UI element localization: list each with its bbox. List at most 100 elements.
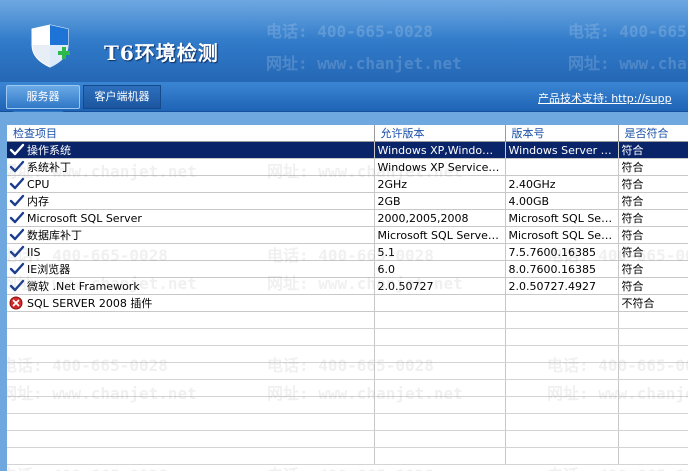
support-link[interactable]: 产品技术支持: http://supp [538,90,688,106]
checkmark-icon [9,228,25,242]
cell-item: IE浏览器 [7,260,375,278]
empty-cell [374,430,506,448]
cell-allowed-version: Microsoft SQL Server 2... [374,226,506,244]
cell-compliance: 符合 [618,209,688,227]
cell-allowed-version: 5.1 [374,243,506,261]
table-row[interactable]: Microsoft SQL Server 2000,2005,2008 Micros… [7,209,688,227]
item-label: Microsoft SQL Server [27,211,142,225]
tab-server[interactable]: 服务器 [6,85,80,109]
cell-version [505,158,619,176]
empty-row [7,413,688,431]
cell-item: 数据库补丁 [7,226,375,244]
checkmark-icon [9,279,25,293]
cell-compliance: 符合 [618,243,688,261]
column-header-version[interactable]: 版本号 [505,125,619,142]
empty-cell [7,311,375,329]
cell-allowed-version: 2GHz [374,175,506,193]
empty-cell [7,345,375,363]
watermark-website: 网址: www.chanjet.net [568,54,688,73]
table-row[interactable]: 微软 .Net Framework 2.0.50727 2.0.50727.4927… [7,277,688,295]
empty-row [7,430,688,448]
cell-compliance: 不符合 [618,294,688,312]
cell-version: 8.0.7600.16385 [505,260,619,278]
cell-version: 7.5.7600.16385 [505,243,619,261]
watermark-website: 网址: www.chanjet.net [266,54,462,73]
item-label: 操作系统 [27,144,71,157]
empty-row [7,311,688,329]
check-table: 检查项目 允许版本 版本号 是否符合 操作系统 Windows XP,Window… [7,125,688,465]
cell-version: Windows Server 2... [505,141,619,159]
table-row[interactable]: CPU 2GHz 2.40GHz 符合 [7,175,688,193]
cell-compliance: 符合 [618,260,688,278]
cell-allowed-version: 2.0.50727 [374,277,506,295]
cell-allowed-version: 2GB [374,192,506,210]
table-row[interactable]: SQL SERVER 2008 插件 不符合 [7,294,688,312]
empty-cell [374,311,506,329]
empty-cell [618,362,688,380]
table-row[interactable]: IE浏览器 6.0 8.0.7600.16385 符合 [7,260,688,278]
empty-cell [618,328,688,346]
item-label: 系统补丁 [27,161,71,174]
empty-cell [7,396,375,414]
empty-cell [618,345,688,363]
empty-cell [374,396,506,414]
item-label: IE浏览器 [27,263,71,276]
cell-version [505,294,619,312]
empty-row [7,345,688,363]
empty-row [7,362,688,380]
item-label: 内存 [27,195,49,208]
empty-cell [7,362,375,380]
item-label: CPU [27,177,50,191]
empty-cell [618,311,688,329]
empty-cell [505,362,619,380]
cell-item: 微软 .Net Framework [7,277,375,295]
cell-version: 4.00GB [505,192,619,210]
table-row[interactable]: 数据库补丁 Microsoft SQL Server 2... Microsoft … [7,226,688,244]
empty-row [7,396,688,414]
app-title: T6环境检测 [104,41,219,65]
shield-logo-icon [28,23,74,69]
empty-row [7,447,688,465]
table-row[interactable]: 操作系统 Windows XP,Windows ... Windows Server… [7,141,688,159]
empty-cell [505,430,619,448]
cell-compliance: 符合 [618,158,688,176]
empty-cell [618,396,688,414]
cell-compliance: 符合 [618,277,688,295]
checkmark-icon [9,143,25,157]
empty-cell [505,311,619,329]
cell-item: 内存 [7,192,375,210]
app-header: 电话: 400-665-0028 电话: 400-665-0028 网址: ww… [0,0,688,82]
cell-allowed-version: 2000,2005,2008 [374,209,506,227]
empty-cell [7,413,375,431]
cell-allowed-version: Windows XP,Windows ... [374,141,506,159]
empty-cell [505,345,619,363]
column-header-item[interactable]: 检查项目 [7,125,375,142]
cell-item: Microsoft SQL Server [7,209,375,227]
cell-compliance: 符合 [618,192,688,210]
cell-item: 操作系统 [7,141,375,159]
cell-version: Microsoft SQL Serv... [505,209,619,227]
table-row[interactable]: 内存 2GB 4.00GB 符合 [7,192,688,210]
empty-cell [505,396,619,414]
error-icon [9,296,25,310]
checkmark-icon [9,245,25,259]
checkmark-icon [9,262,25,276]
cell-allowed-version: Windows XP Service P... [374,158,506,176]
column-header-compliance[interactable]: 是否符合 [618,125,688,142]
grid-frame: 检查项目 允许版本 版本号 是否符合 操作系统 Windows XP,Window… [0,112,688,471]
empty-cell [505,328,619,346]
table-row[interactable]: 系统补丁 Windows XP Service P... 符合 [7,158,688,176]
table-row[interactable]: IIS 5.1 7.5.7600.16385 符合 [7,243,688,261]
cell-compliance: 符合 [618,226,688,244]
empty-cell [618,379,688,397]
check-results-grid[interactable]: 检查项目 允许版本 版本号 是否符合 操作系统 Windows XP,Window… [7,125,688,471]
table-header-row: 检查项目 允许版本 版本号 是否符合 [7,125,688,142]
item-label: IIS [27,245,41,259]
column-header-allowed-version[interactable]: 允许版本 [374,125,506,142]
empty-cell [7,447,375,465]
empty-cell [7,328,375,346]
empty-cell [374,447,506,465]
tab-client-machine[interactable]: 客户端机器 [83,85,161,109]
cell-item: IIS [7,243,375,261]
empty-row [7,328,688,346]
